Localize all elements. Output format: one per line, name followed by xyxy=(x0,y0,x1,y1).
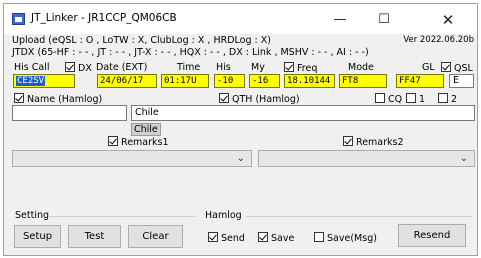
freq-label: Freq xyxy=(297,63,318,74)
hamlog-divider xyxy=(246,216,472,217)
minimize-button[interactable]: — xyxy=(320,10,360,30)
save-msg-checkbox[interactable]: Save(Msg) xyxy=(314,232,377,244)
mode-header: Mode xyxy=(348,62,374,73)
save-msg-label: Save(Msg) xyxy=(327,233,377,244)
freq-check[interactable] xyxy=(284,62,294,72)
test-button[interactable]: Test xyxy=(68,225,121,248)
date-header: Date (EXT) xyxy=(96,62,148,73)
cq-check[interactable] xyxy=(375,93,385,103)
resend-button[interactable]: Resend xyxy=(398,224,466,247)
send-checkbox[interactable]: Send xyxy=(208,232,245,244)
time-header: Time xyxy=(177,62,201,73)
remarks1-check[interactable] xyxy=(108,136,118,146)
app-icon xyxy=(12,13,25,25)
mode-field[interactable]: FT8 xyxy=(339,74,387,88)
option-1-label: 1 xyxy=(419,94,426,105)
qsl-checkbox[interactable]: QSL xyxy=(441,62,473,74)
hamlog-group-label: Hamlog xyxy=(205,210,242,221)
close-button[interactable]: ✕ xyxy=(428,10,468,30)
name-hamlog-label: Name (Hamlog) xyxy=(27,94,103,105)
option-1-checkbox[interactable]: 1 xyxy=(406,93,425,105)
cq-label: CQ xyxy=(388,94,403,105)
his-report-field[interactable]: -10 xyxy=(214,74,245,88)
save-msg-check[interactable] xyxy=(314,232,324,242)
qsl-field[interactable]: E xyxy=(449,74,474,88)
option-2-check[interactable] xyxy=(438,93,448,103)
my-report-field[interactable]: -16 xyxy=(249,74,280,88)
setting-divider xyxy=(50,216,195,217)
qth-hamlog-checkbox[interactable]: QTH (Hamlog) xyxy=(219,93,300,105)
gl-header: GL xyxy=(422,62,435,73)
his-call-field[interactable]: CE2SV xyxy=(13,74,75,88)
app-window: JT_Linker - JR1CCP_QM06CB — ☐ ✕ Upload (… xyxy=(3,3,478,256)
his-call-header: His Call xyxy=(14,62,50,73)
freq-checkbox[interactable]: Freq xyxy=(284,62,317,74)
option-1-check[interactable] xyxy=(406,93,416,103)
dx-label: DX xyxy=(78,63,92,74)
name-hamlog-check[interactable] xyxy=(14,93,24,103)
qth-suggestion[interactable]: Chile xyxy=(131,123,161,136)
title-bar[interactable]: JT_Linker - JR1CCP_QM06CB — ☐ ✕ xyxy=(4,4,477,34)
his-report-header: His xyxy=(216,62,231,73)
save-label: Save xyxy=(271,233,295,244)
maximize-button[interactable]: ☐ xyxy=(364,10,404,30)
my-report-header: My xyxy=(251,62,265,73)
setup-button[interactable]: Setup xyxy=(14,225,61,248)
name-field[interactable] xyxy=(12,105,127,121)
remarks2-checkbox[interactable]: Remarks2 xyxy=(343,136,404,148)
send-label: Send xyxy=(221,233,245,244)
chevron-down-icon: ⌄ xyxy=(236,153,245,164)
dx-check[interactable] xyxy=(65,62,75,72)
option-2-label: 2 xyxy=(451,94,458,105)
cq-checkbox[interactable]: CQ xyxy=(375,93,402,105)
dx-checkbox[interactable]: DX xyxy=(65,62,92,74)
remarks2-combo[interactable]: ⌄ xyxy=(258,150,475,167)
jtdx-status: JTDX (65-HF : - - , JT : - - , JT-X : - … xyxy=(12,47,369,58)
remarks1-label: Remarks1 xyxy=(121,137,169,148)
window-title: JT_Linker - JR1CCP_QM06CB xyxy=(31,12,177,24)
qth-field[interactable]: Chile xyxy=(131,105,475,121)
save-checkbox[interactable]: Save xyxy=(258,232,294,244)
upload-status: Upload (eQSL : O , LoTW : X, ClubLog : X… xyxy=(12,35,271,46)
remarks1-combo[interactable]: ⌄ xyxy=(12,150,252,167)
remarks2-value xyxy=(259,153,262,164)
save-check[interactable] xyxy=(258,232,268,242)
gl-field[interactable]: FF47 xyxy=(396,74,444,88)
qsl-check[interactable] xyxy=(441,62,451,72)
version-label: Ver 2022.06.20b xyxy=(403,35,474,45)
qth-hamlog-label: QTH (Hamlog) xyxy=(232,94,300,105)
remarks2-label: Remarks2 xyxy=(356,137,404,148)
remarks1-checkbox[interactable]: Remarks1 xyxy=(108,136,169,148)
qth-hamlog-check[interactable] xyxy=(219,93,229,103)
freq-field[interactable]: 18.10144 xyxy=(284,74,335,88)
send-check[interactable] xyxy=(208,232,218,242)
remarks1-value xyxy=(13,153,16,164)
setting-group-label: Setting xyxy=(15,210,50,221)
time-field[interactable]: 01:17U xyxy=(161,74,209,88)
his-call-value: CE2SV xyxy=(16,76,46,86)
remarks2-check[interactable] xyxy=(343,136,353,146)
chevron-down-icon: ⌄ xyxy=(459,153,468,164)
date-field[interactable]: 24/06/17 xyxy=(97,74,157,88)
name-hamlog-checkbox[interactable]: Name (Hamlog) xyxy=(14,93,102,105)
option-2-checkbox[interactable]: 2 xyxy=(438,93,457,105)
clear-button[interactable]: Clear xyxy=(128,225,183,248)
qsl-label: QSL xyxy=(454,63,473,74)
